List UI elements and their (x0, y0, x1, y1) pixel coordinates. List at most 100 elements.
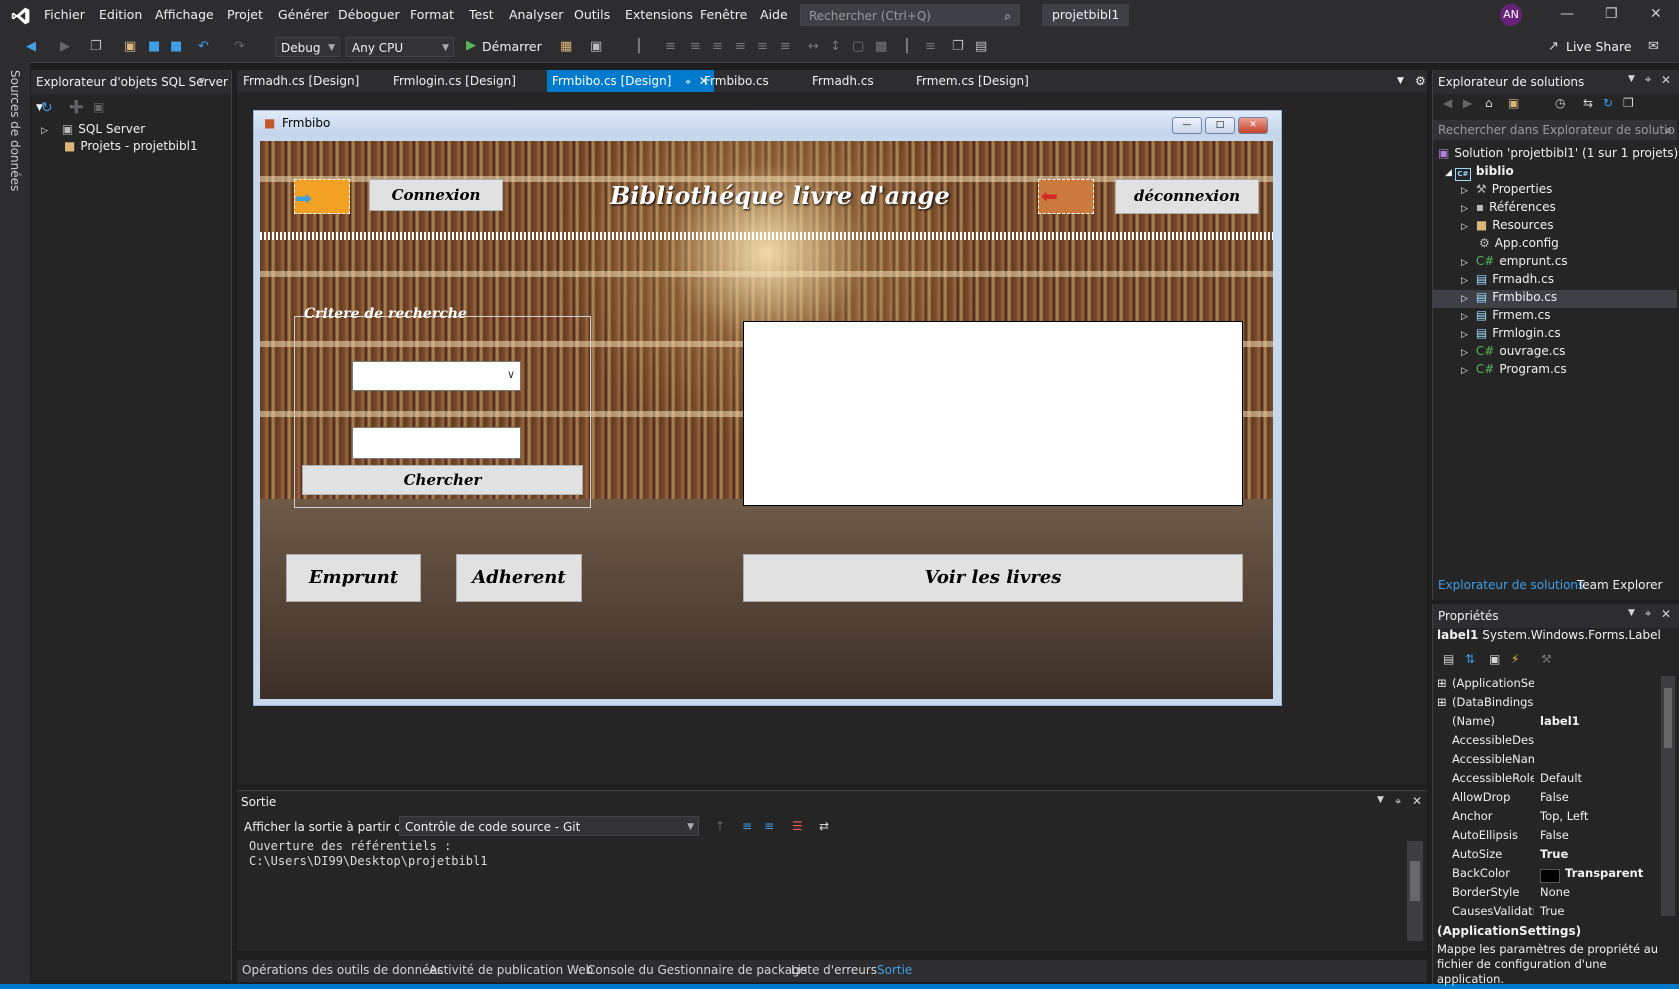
property-row[interactable]: ⊞ (DataBindings) (1433, 695, 1663, 714)
new-project-icon[interactable]: ❐ (90, 39, 102, 54)
pin-icon[interactable]: ▿ (199, 74, 205, 87)
menu-fenetre[interactable]: Fenêtre (700, 7, 747, 22)
property-row[interactable]: AccessibleDescr (1433, 733, 1663, 752)
refresh-icon[interactable]: ↻ (41, 100, 53, 116)
pin-icon[interactable]: ⌖ (1645, 607, 1651, 621)
tree-item-frmbibo[interactable]: ▷ ▤ Frmbibo.cs (1433, 290, 1677, 308)
back-icon[interactable]: ◀ (1443, 96, 1452, 110)
bring-front-icon[interactable]: ❐ (952, 39, 964, 54)
settings-icon[interactable]: ⚙ (1415, 70, 1426, 92)
property-row[interactable]: AutoSize True (1433, 847, 1663, 866)
tree-item-frmadh[interactable]: ▷ ▤ Frmadh.cs (1461, 272, 1554, 286)
scrollbar-thumb[interactable] (1664, 688, 1672, 748)
menu-outils[interactable]: Outils (574, 7, 610, 22)
property-pages-icon[interactable]: ⚒ (1541, 652, 1552, 666)
tree-item-references[interactable]: ▷ ▪ Références (1461, 200, 1556, 214)
browser-link-icon[interactable]: ▦ (560, 39, 572, 54)
criteria-combobox[interactable]: ∨ (352, 361, 521, 391)
menu-generer[interactable]: Générer (278, 7, 329, 22)
search-box[interactable]: Rechercher (Ctrl+Q) ⌕ (800, 4, 1020, 26)
property-row[interactable]: BackColor Transparent (1433, 866, 1663, 885)
solution-root[interactable]: ▣ Solution 'projetbibl1' (1 sur 1 projets… (1438, 146, 1678, 160)
tab-web-publish[interactable]: Activité de publication Web (429, 963, 593, 977)
expand-icon[interactable]: ▷ (1461, 204, 1468, 214)
align-icon[interactable]: ┃ (635, 39, 643, 54)
adherent-button[interactable]: Adherent (456, 554, 582, 602)
expand-icon[interactable]: ⊞ (1437, 695, 1447, 709)
feedback-icon[interactable]: ✉ (1648, 39, 1659, 54)
events-icon[interactable]: ⚡ (1511, 652, 1519, 666)
emprunt-button[interactable]: Emprunt (286, 554, 421, 602)
property-row[interactable]: AutoEllipsis False (1433, 828, 1663, 847)
clear-all-icon[interactable]: ☰ (792, 819, 803, 833)
menu-test[interactable]: Test (469, 7, 494, 22)
tree-item-resources[interactable]: ▷ ■ Resources (1461, 218, 1554, 232)
project-node[interactable]: ◢ C# biblio (1445, 164, 1514, 181)
minimize-icon[interactable]: — (1560, 6, 1574, 22)
login-door-icon[interactable]: ➡ (294, 179, 350, 214)
back-icon[interactable]: ◀ (26, 39, 36, 54)
menu-extensions[interactable]: Extensions (625, 7, 693, 22)
expand-icon[interactable]: ▷ (1461, 222, 1468, 232)
object-selector[interactable]: label1 System.Windows.Forms.Label (1437, 628, 1661, 642)
deconnexion-button[interactable]: déconnexion (1115, 179, 1259, 214)
tree-item-sql-server[interactable]: ▷ ▣ SQL Server (41, 122, 145, 136)
connexion-button[interactable]: Connexion (369, 179, 503, 211)
scrollbar-thumb[interactable] (1410, 861, 1420, 901)
menu-format[interactable]: Format (410, 7, 454, 22)
expand-icon[interactable]: ▷ (1461, 366, 1468, 376)
close-icon[interactable]: ✕ (1661, 73, 1671, 87)
form-maximize-icon[interactable]: □ (1205, 117, 1235, 134)
save-all-icon[interactable]: ■ (170, 39, 182, 54)
tab-package-console[interactable]: Console du Gestionnaire de package (587, 963, 807, 977)
property-row[interactable]: CausesValidatio True (1433, 904, 1663, 923)
pin-icon[interactable]: ⌖ (685, 77, 691, 88)
tree-item-properties[interactable]: ▷ ⚒ Properties (1461, 182, 1552, 196)
home-icon[interactable]: ⌂ (1485, 96, 1493, 110)
menu-affichage[interactable]: Affichage (155, 7, 214, 22)
close-icon[interactable]: ✕ (1650, 6, 1662, 22)
align-center-icon[interactable]: ≡ (690, 39, 701, 54)
properties-scrollbar[interactable] (1661, 676, 1675, 916)
tab-solution-explorer[interactable]: Explorateur de solutions (1438, 578, 1584, 592)
form-frmbibo[interactable]: ■ Frmbibo — □ ✕ ➡ Connexion Bibliothéque… (253, 110, 1282, 706)
collapse-all-icon[interactable]: ❐ (1623, 96, 1634, 110)
expand-icon[interactable]: ▷ (1461, 186, 1468, 196)
chevron-down-icon[interactable]: ▼ (1628, 74, 1635, 84)
menu-edition[interactable]: Edition (99, 7, 142, 22)
spacing-v-icon[interactable]: ≡ (925, 39, 936, 54)
live-share-icon[interactable]: ↗ (1548, 39, 1559, 54)
menu-projet[interactable]: Projet (227, 7, 263, 22)
find-message-icon[interactable]: ↑ (715, 819, 725, 833)
screenshot-icon[interactable]: ▣ (590, 39, 602, 54)
chevron-down-icon[interactable]: ▼ (1377, 795, 1384, 805)
tab-frmadh-design[interactable]: Frmadh.cs [Design] (243, 70, 359, 92)
same-height-icon[interactable]: ↕ (830, 39, 841, 54)
output-source-select[interactable]: Contrôle de code source - Git ▼ (399, 816, 699, 836)
form-close-icon[interactable]: ✕ (1238, 117, 1268, 134)
tab-frmadh-cs[interactable]: Frmadh.cs (812, 70, 874, 92)
platform-select[interactable]: Any CPU ▼ (346, 37, 454, 57)
menu-fichier[interactable]: Fichier (44, 7, 85, 22)
menu-analyser[interactable]: Analyser (509, 7, 563, 22)
tab-frmem-design[interactable]: Frmem.cs [Design] (916, 70, 1029, 92)
tree-item-projects[interactable]: ■ Projets - projetbibl1 (64, 139, 198, 153)
align-bottom-icon[interactable]: ≡ (780, 39, 791, 54)
forward-icon[interactable]: ▶ (60, 39, 70, 54)
refresh-icon[interactable]: ↻ (1603, 96, 1613, 110)
property-row[interactable]: ⊞ (ApplicationSetti (1433, 676, 1663, 695)
tree-item-frmem[interactable]: ▷ ▤ Frmem.cs (1461, 308, 1550, 322)
tab-error-list[interactable]: Liste d'erreurs (791, 963, 877, 977)
switch-views-icon[interactable]: ▣ (1508, 96, 1519, 110)
solution-search-input[interactable]: Rechercher dans Explorateur de solutio ⌕ (1433, 120, 1677, 140)
next-message-icon[interactable]: ≡ (764, 819, 774, 833)
configuration-select[interactable]: Debug ▼ (275, 37, 340, 57)
tab-frmbibo-design[interactable]: Frmbibo.cs [Design] ⌖ ✕ (547, 70, 714, 92)
property-row[interactable]: (Name) label1 (1433, 714, 1663, 733)
tab-team-explorer[interactable]: Team Explorer (1577, 578, 1663, 592)
alphabetical-icon[interactable]: ⇅ (1465, 652, 1475, 666)
books-datagrid[interactable] (743, 321, 1243, 506)
same-size-icon[interactable]: ▢ (852, 39, 864, 54)
align-left-icon[interactable]: ≡ (665, 39, 676, 54)
close-icon[interactable]: ✕ (1412, 794, 1422, 808)
